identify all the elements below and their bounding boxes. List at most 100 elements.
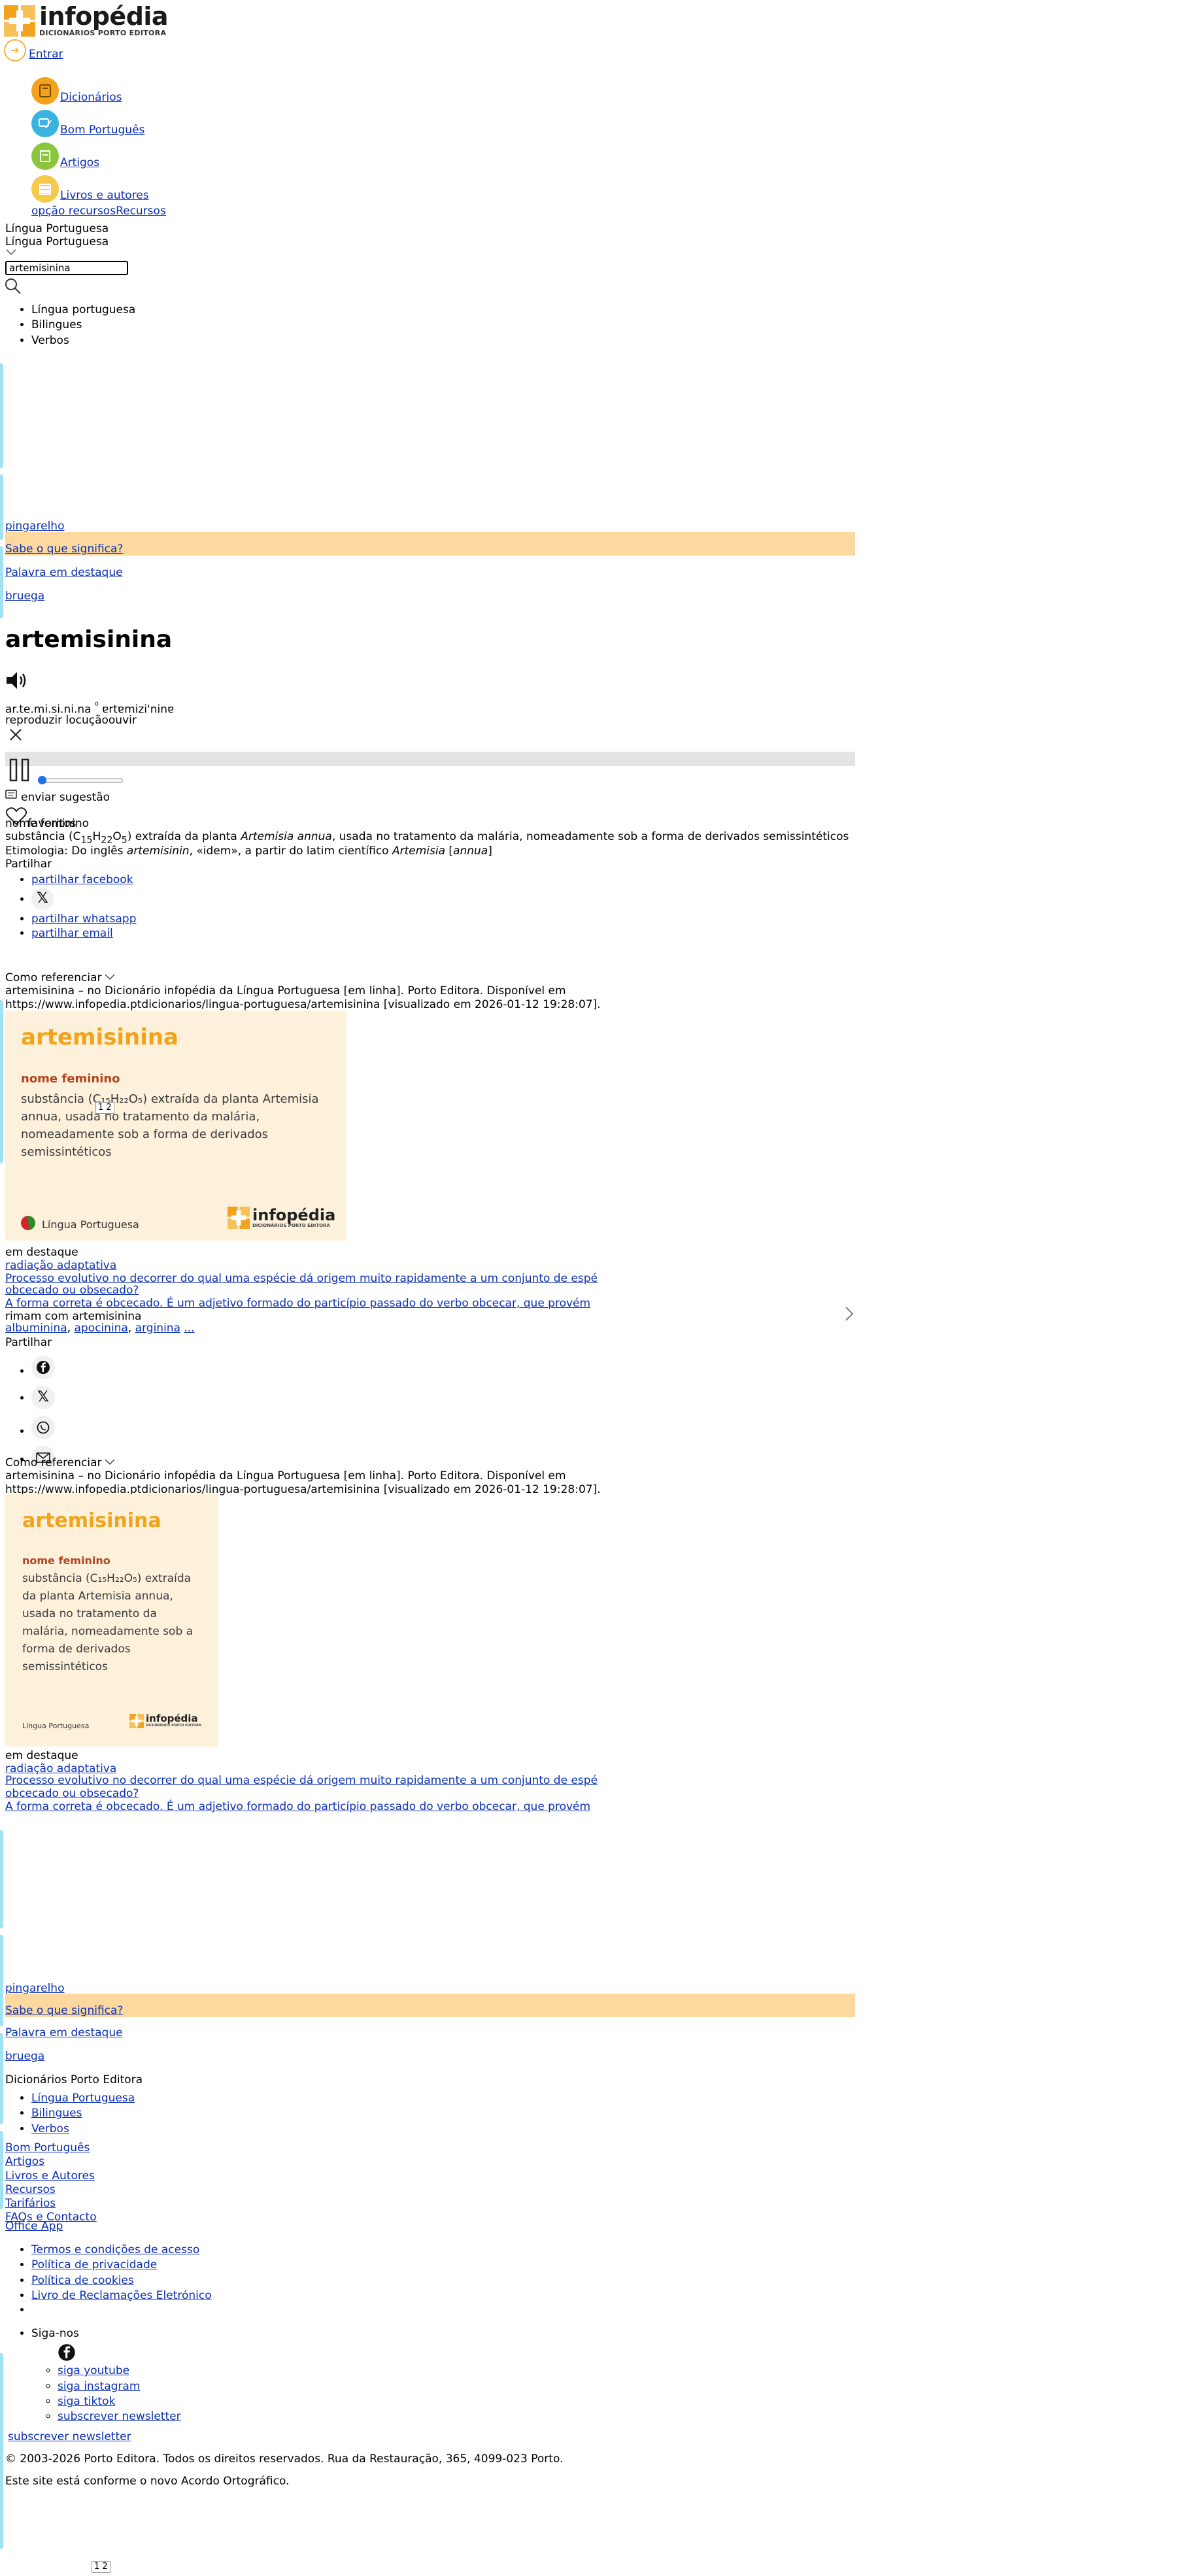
definition-text: , usada no tratamento da malária, nomead…: [331, 830, 849, 843]
side-tab[interactable]: [0, 1935, 3, 2026]
nav-link-recursos[interactable]: opção recursosRecursos: [31, 205, 166, 218]
side-tab[interactable]: [0, 1830, 3, 1928]
youtube-link[interactable]: siga youtube: [58, 2364, 129, 2377]
side-tab[interactable]: [0, 2033, 3, 2124]
newsletter-link[interactable]: subscrever newsletter: [58, 2410, 181, 2423]
highlight-link[interactable]: Processo evolutivo no decorrer do qual u…: [5, 1774, 598, 1788]
nav-item-livros[interactable]: Livros e autores: [31, 171, 166, 203]
featured-word-link[interactable]: bruega: [5, 590, 44, 603]
facebook-icon[interactable]: [58, 2343, 181, 2363]
x-twitter-icon[interactable]: 𝕏: [31, 888, 54, 910]
login-link[interactable]: ➔ Entrar: [4, 39, 63, 61]
pager[interactable]: 1 2: [92, 2561, 110, 2573]
listen-button[interactable]: reproduzir locuçãoouvir: [5, 714, 137, 728]
dictionary-option[interactable]: Bilingues: [31, 318, 135, 332]
etymology-text: ]: [488, 845, 492, 858]
footer-dictionary-link[interactable]: Verbos: [31, 2122, 69, 2135]
highlight-link[interactable]: A forma correta é obcecado. É um adjetiv…: [5, 1297, 590, 1311]
brand-subtitle: DICIONÁRIOS PORTO EDITORA: [39, 29, 167, 37]
featured-label-link[interactable]: Palavra em destaque: [5, 2026, 123, 2040]
volume-slider-track[interactable]: [38, 778, 123, 783]
share-list: partilhar facebook 𝕏 partilhar whatsapp …: [5, 873, 137, 941]
side-tab[interactable]: [0, 2131, 3, 2209]
legal-link[interactable]: Termos e condições de acesso: [31, 2243, 199, 2256]
dictionary-option[interactable]: Verbos: [31, 334, 135, 348]
highlight-link[interactable]: obcecado ou obsecado?: [5, 1787, 139, 1801]
x-twitter-icon[interactable]: 𝕏: [31, 1386, 55, 1409]
footer-link[interactable]: Artigos: [5, 2155, 97, 2169]
side-tab[interactable]: [0, 363, 3, 468]
speech-bubble-icon: [5, 790, 18, 805]
card-pager[interactable]: 1 2: [95, 1102, 114, 1114]
footer-dictionary-link[interactable]: Bilingues: [31, 2107, 82, 2120]
office-app-link[interactable]: Office App: [5, 2220, 63, 2233]
featured-word-link[interactable]: bruega: [5, 2050, 44, 2064]
search-icon[interactable]: [4, 277, 22, 299]
side-tab[interactable]: [0, 2353, 3, 2549]
footer-link[interactable]: Bom Português: [5, 2141, 97, 2155]
follow-label: Siga-nos: [31, 2327, 79, 2340]
dictionary-selector-current[interactable]: Língua Portuguesa: [5, 235, 109, 249]
footer-title: Dicionários Porto Editora: [5, 2073, 143, 2086]
nav-link-dicionarios[interactable]: Dicionários: [60, 91, 122, 105]
newsletter-link[interactable]: subscrever newsletter: [8, 2430, 131, 2444]
cite-label: Como referenciar: [5, 1456, 102, 1469]
site-logo[interactable]: infopédia DICIONÁRIOS PORTO EDITORA: [4, 2, 169, 38]
facebook-icon[interactable]: [31, 1356, 55, 1379]
pause-icon[interactable]: [9, 758, 31, 786]
tiktok-link[interactable]: siga tiktok: [58, 2395, 115, 2408]
login-icon: ➔: [4, 39, 26, 61]
legal-link[interactable]: Política de privacidade: [31, 2258, 157, 2271]
rhymes-more-link[interactable]: ...: [184, 1322, 194, 1335]
highlight-link[interactable]: A forma correta é obcecado. É um adjetiv…: [5, 1800, 590, 1814]
volume-slider-handle[interactable]: [38, 776, 46, 784]
nav-link-artigos[interactable]: Artigos: [60, 156, 99, 170]
suggest-button[interactable]: enviar sugestão: [5, 790, 110, 805]
side-tab[interactable]: [0, 546, 3, 618]
share-email-link[interactable]: partilhar email: [31, 927, 113, 940]
featured-prompt-link[interactable]: Sabe o que significa?: [5, 543, 123, 556]
side-tab[interactable]: [0, 1000, 3, 1163]
share-whatsapp-link[interactable]: partilhar whatsapp: [31, 912, 137, 926]
chevron-down-icon[interactable]: [5, 248, 17, 260]
etymology-text: , «idem», a partir do latim científico: [189, 845, 392, 858]
legal-link[interactable]: Livro de Reclamações Eletrónico: [31, 2289, 212, 2302]
highlight-link[interactable]: obcecado ou obsecado?: [5, 1284, 139, 1297]
chevron-right-icon[interactable]: [845, 1306, 854, 1326]
footer-link[interactable]: Livros e Autores: [5, 2169, 97, 2183]
rhyme-link[interactable]: apocinina: [75, 1322, 128, 1335]
brand-name: infopédia: [39, 2, 169, 31]
nav-item-dicionarios[interactable]: Dicionários: [31, 73, 166, 105]
footer-link[interactable]: Recursos: [5, 2183, 97, 2197]
nav-item-recursos[interactable]: opção recursosRecursos: [31, 204, 166, 218]
cite-toggle[interactable]: Como referenciar: [5, 1456, 116, 1470]
highlight-link[interactable]: radiação adaptativa: [5, 1259, 116, 1273]
dictionary-option[interactable]: Língua portuguesa: [31, 303, 135, 317]
login-link-text[interactable]: Entrar: [29, 48, 63, 61]
cite-toggle[interactable]: Como referenciar: [5, 971, 116, 985]
share-facebook-link[interactable]: partilhar facebook: [31, 873, 133, 886]
featured-label-link[interactable]: Palavra em destaque: [5, 566, 123, 580]
nav-link-livros[interactable]: Livros e autores: [60, 189, 149, 203]
dictionary-selector-label[interactable]: Língua Portuguesa: [5, 222, 109, 236]
nav-link-bom-portugues[interactable]: Bom Português: [60, 124, 144, 137]
footer-link[interactable]: Tarifários: [5, 2197, 97, 2211]
nav-item-bom-portugues[interactable]: Bom Português: [31, 106, 166, 137]
side-tab[interactable]: [0, 475, 3, 540]
rhyme-link[interactable]: albuminina: [5, 1322, 67, 1335]
rhyme-link[interactable]: arginina: [135, 1322, 180, 1335]
citation-text: artemisinina – no Dicionário infopédia d…: [5, 984, 601, 1012]
speaker-icon[interactable]: [5, 669, 30, 695]
share-label: Partilhar: [5, 858, 52, 871]
whatsapp-icon[interactable]: [31, 1416, 55, 1439]
featured-prompt-link[interactable]: Sabe o que significa?: [5, 2004, 123, 2018]
nav-item-artigos[interactable]: Artigos: [31, 139, 166, 170]
highlights-label: em destaque: [5, 1749, 78, 1762]
legal-link[interactable]: Política de cookies: [31, 2274, 134, 2287]
audio-progress-bar[interactable]: [5, 752, 855, 766]
footer-dictionary-link[interactable]: Língua Portuguesa: [31, 2092, 135, 2105]
close-icon[interactable]: [8, 727, 24, 746]
etymology-word: artemisinin: [126, 845, 190, 858]
search-input[interactable]: [5, 261, 128, 275]
instagram-link[interactable]: siga instagram: [58, 2380, 140, 2393]
